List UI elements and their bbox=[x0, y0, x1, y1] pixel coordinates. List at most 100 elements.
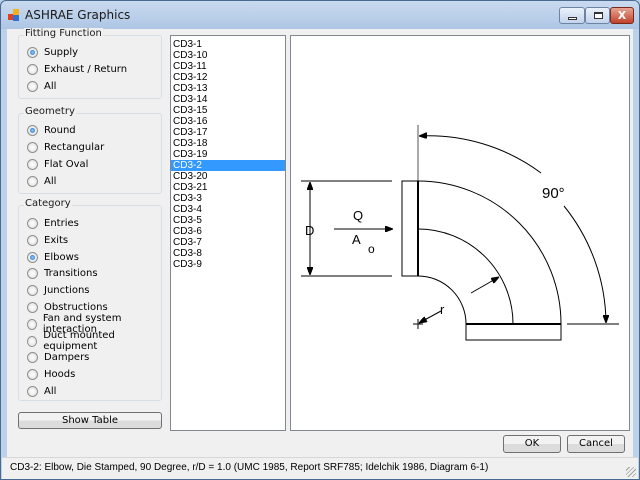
angle-label: 90° bbox=[542, 185, 565, 202]
list-item[interactable]: CD3-7 bbox=[171, 237, 285, 248]
flow-label: Q bbox=[353, 208, 363, 223]
radio-rectangular[interactable]: Rectangular bbox=[27, 140, 104, 154]
list-item[interactable]: CD3-1 bbox=[171, 39, 285, 50]
radio-button-icon[interactable] bbox=[27, 368, 38, 380]
list-item[interactable]: CD3-11 bbox=[171, 61, 285, 72]
radio-round[interactable]: Round bbox=[27, 123, 76, 137]
minimize-button[interactable] bbox=[559, 7, 585, 24]
radio-button-icon[interactable] bbox=[27, 63, 38, 75]
list-item[interactable]: CD3-14 bbox=[171, 94, 285, 105]
status-bar: CD3-2: Elbow, Die Stamped, 90 Degree, r/… bbox=[2, 457, 638, 479]
window-title: ASHRAE Graphics bbox=[25, 8, 131, 22]
radius-label: r bbox=[440, 302, 445, 317]
radio-all[interactable]: All bbox=[27, 79, 56, 93]
radio-button-icon[interactable] bbox=[27, 318, 37, 330]
radio-button-icon[interactable] bbox=[27, 141, 38, 153]
fitting-diagram: 90° D Q A o r bbox=[290, 35, 630, 431]
radio-label: Duct mounted equipment bbox=[43, 330, 115, 352]
list-item[interactable]: CD3-19 bbox=[171, 149, 285, 160]
radio-label: Supply bbox=[44, 46, 79, 58]
list-item[interactable]: CD3-10 bbox=[171, 50, 285, 61]
fitting-function-group: Fitting Function Supply Exhaust / Return A… bbox=[18, 28, 162, 99]
list-item[interactable]: CD3-21 bbox=[171, 182, 285, 193]
close-icon: X bbox=[617, 9, 627, 22]
radio-supply[interactable]: Supply bbox=[27, 45, 78, 59]
show-table-button[interactable]: Show Table bbox=[18, 412, 162, 429]
list-item[interactable]: CD3-18 bbox=[171, 138, 285, 149]
radio-label: Exits bbox=[44, 234, 69, 246]
maximize-button[interactable] bbox=[585, 7, 610, 24]
radio-entries[interactable]: Entries bbox=[27, 216, 79, 230]
client-area: Fitting Function Supply Exhaust / Return A… bbox=[7, 28, 633, 457]
radio-button-icon[interactable] bbox=[27, 46, 38, 58]
radio-label: Elbows bbox=[44, 251, 79, 263]
fitting-list[interactable]: CD3-1 CD3-10 CD3-11 CD3-12 CD3-13 CD3-14 CD3-1… bbox=[170, 35, 286, 431]
list-item[interactable]: CD3-17 bbox=[171, 127, 285, 138]
radio-label: Round bbox=[44, 124, 76, 136]
list-item[interactable]: CD3-15 bbox=[171, 105, 285, 116]
radio-label: Junctions bbox=[44, 284, 90, 296]
window: ASHRAE Graphics X Fitting Function Suppl… bbox=[0, 0, 640, 480]
radio-all[interactable]: All bbox=[27, 174, 56, 188]
list-item[interactable]: CD3-13 bbox=[171, 83, 285, 94]
radio-flat-oval[interactable]: Flat Oval bbox=[27, 157, 88, 171]
radio-button-icon[interactable] bbox=[27, 335, 38, 347]
group-label: Geometry bbox=[24, 106, 76, 117]
radio-exits[interactable]: Exits bbox=[27, 233, 68, 247]
radio-transitions[interactable]: Transitions bbox=[27, 266, 98, 280]
area-subscript: o bbox=[368, 242, 375, 256]
radio-junctions[interactable]: Junctions bbox=[27, 283, 90, 297]
list-item[interactable]: CD3-9 bbox=[171, 259, 285, 270]
list-item[interactable]: CD3-5 bbox=[171, 215, 285, 226]
list-item[interactable]: CD3-4 bbox=[171, 204, 285, 215]
radio-hoods[interactable]: Hoods bbox=[27, 367, 75, 381]
app-icon bbox=[8, 9, 20, 21]
radio-button-icon[interactable] bbox=[27, 80, 38, 92]
radio-button-icon[interactable] bbox=[27, 301, 38, 313]
radio-label: Hoods bbox=[44, 368, 76, 380]
radio-label: Exhaust / Return bbox=[44, 63, 128, 75]
list-item[interactable]: CD3-20 bbox=[171, 171, 285, 182]
radio-fan-and-system-interaction[interactable]: Fan and system interaction bbox=[27, 313, 161, 335]
list-item[interactable]: CD3-8 bbox=[171, 248, 285, 259]
list-item[interactable]: CD3-16 bbox=[171, 116, 285, 127]
radio-label: Flat Oval bbox=[44, 158, 89, 170]
list-item[interactable]: CD3-6 bbox=[171, 226, 285, 237]
diameter-label: D bbox=[305, 223, 314, 238]
radio-button-icon[interactable] bbox=[27, 158, 38, 170]
maximize-icon bbox=[594, 12, 603, 19]
radio-label: All bbox=[44, 80, 57, 92]
geometry-group: Geometry Round Rectangular Flat Oval All bbox=[18, 106, 162, 194]
radio-elbows[interactable]: Elbows bbox=[27, 250, 79, 264]
radio-button-icon[interactable] bbox=[27, 267, 38, 279]
radio-obstructions[interactable]: Obstructions bbox=[27, 300, 108, 314]
status-text: CD3-2: Elbow, Die Stamped, 90 Degree, r/… bbox=[10, 462, 489, 473]
radio-button-icon[interactable] bbox=[27, 217, 38, 229]
radio-dampers[interactable]: Dampers bbox=[27, 350, 89, 364]
radio-button-icon[interactable] bbox=[27, 175, 38, 187]
list-item[interactable]: CD3-12 bbox=[171, 72, 285, 83]
minimize-icon bbox=[568, 17, 577, 20]
cancel-button[interactable]: Cancel bbox=[567, 435, 625, 453]
area-label: A bbox=[352, 232, 361, 247]
radio-button-icon[interactable] bbox=[27, 385, 38, 397]
list-item[interactable]: CD3-2 bbox=[171, 160, 285, 171]
radio-label: Rectangular bbox=[44, 141, 105, 153]
elbow-drawing: 90° D Q A o r bbox=[301, 125, 619, 341]
close-button[interactable]: X bbox=[610, 7, 634, 24]
radio-button-icon[interactable] bbox=[27, 234, 38, 246]
radio-label: All bbox=[44, 385, 57, 397]
radio-exhaust-return[interactable]: Exhaust / Return bbox=[27, 62, 127, 76]
radio-button-icon[interactable] bbox=[27, 251, 38, 263]
ok-button[interactable]: OK bbox=[503, 435, 561, 453]
radio-duct-mounted-equipment[interactable]: Duct mounted equipment bbox=[27, 330, 161, 352]
radio-button-icon[interactable] bbox=[27, 351, 38, 363]
title-bar[interactable]: ASHRAE Graphics X bbox=[1, 1, 639, 29]
radio-all[interactable]: All bbox=[27, 384, 56, 398]
radio-label: All bbox=[44, 175, 57, 187]
resize-grip[interactable] bbox=[626, 467, 636, 477]
list-item[interactable]: CD3-3 bbox=[171, 193, 285, 204]
radio-button-icon[interactable] bbox=[27, 284, 38, 296]
radio-button-icon[interactable] bbox=[27, 124, 38, 136]
radio-label: Obstructions bbox=[44, 301, 108, 313]
